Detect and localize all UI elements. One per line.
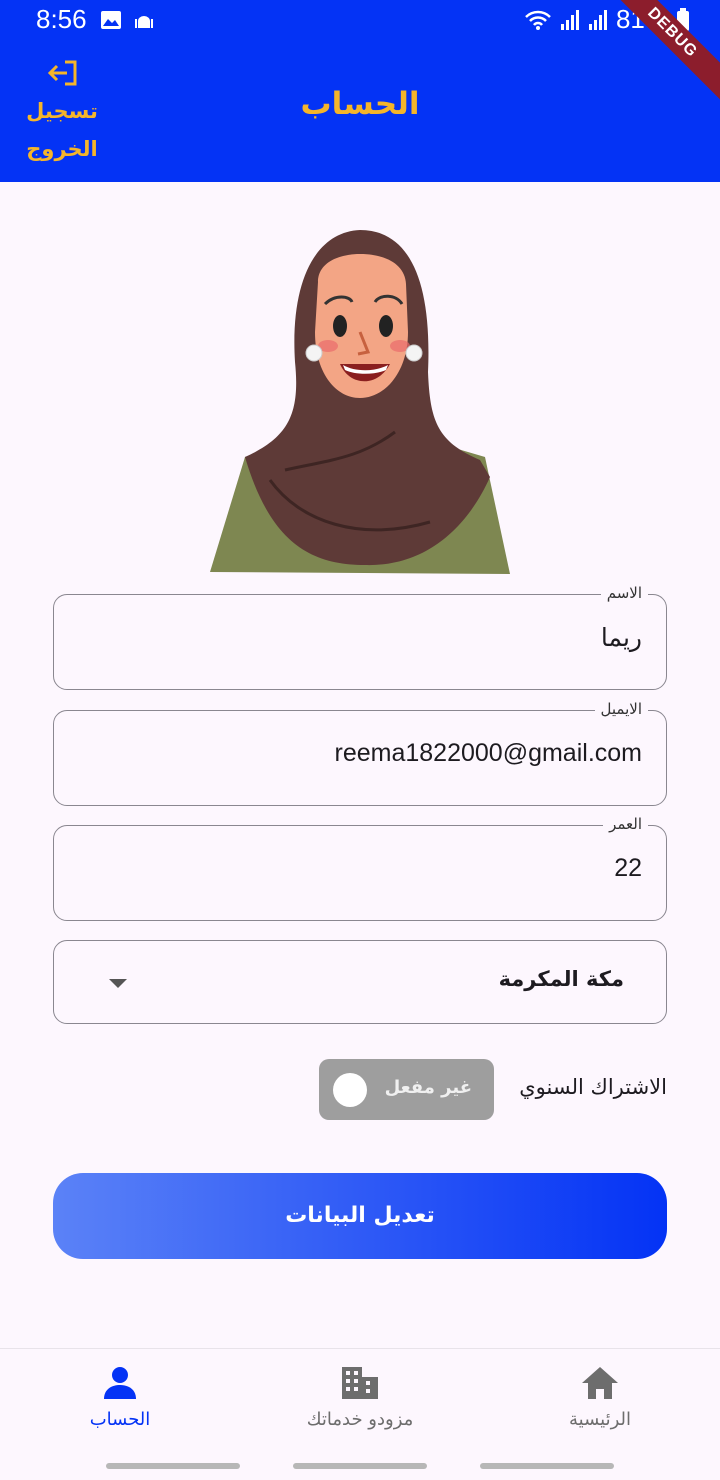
avatar (210, 230, 510, 574)
wifi-icon (525, 10, 551, 30)
gesture-bar (0, 1454, 720, 1480)
gesture-pill-right (480, 1463, 614, 1469)
city-dropdown-value: مكة المكرمة (498, 967, 624, 991)
nav-item-account[interactable]: الحساب (20, 1365, 220, 1430)
signal-icon-2 (588, 9, 607, 30)
gesture-pill-center (293, 1463, 427, 1469)
nav-item-providers[interactable]: مزودو خدماتك (260, 1365, 460, 1430)
status-time: 8:56 (36, 4, 87, 34)
toggle-knob (333, 1073, 367, 1107)
signal-icon (560, 9, 579, 30)
logout-icon (47, 60, 77, 86)
gesture-pill-left (106, 1463, 240, 1469)
app-header: 8:56 DEBUG تسجيل الخروج الحساب (0, 0, 720, 182)
building-icon (342, 1367, 378, 1399)
page-title: الحساب (300, 86, 420, 122)
subscription-toggle-text: غير مفعل (384, 1077, 472, 1098)
city-dropdown[interactable]: مكة المكرمة (53, 940, 667, 1024)
email-field-label: الايميل (594, 698, 648, 720)
name-field-value: ريما (600, 624, 642, 652)
image-icon (101, 11, 121, 29)
subscription-label: الاشتراك السنوي (519, 1075, 667, 1099)
age-field[interactable]: العمر 22 (53, 813, 667, 921)
nav-item-home[interactable]: الرئيسية (500, 1365, 700, 1430)
caret-down-icon (109, 979, 127, 988)
status-bar: 8:56 (0, 0, 720, 44)
home-icon (582, 1367, 618, 1399)
nav-item-account-label: الحساب (89, 1409, 151, 1430)
mosque-icon (135, 16, 153, 28)
status-notification-icons (100, 10, 154, 30)
name-field-label: الاسم (600, 582, 648, 604)
age-field-label: العمر (603, 813, 648, 835)
nav-item-home-label: الرئيسية (569, 1409, 631, 1430)
person-icon (104, 1367, 136, 1399)
bottom-navigation: الرئيسية مزودو خدماتك الحساب (0, 1348, 720, 1454)
logout-label-line2: الخروج (26, 137, 98, 161)
nav-item-providers-label: مزودو خدماتك (306, 1409, 414, 1430)
name-field[interactable]: الاسم ريما (53, 582, 667, 690)
email-field-value: reema1822000@gmail.com (334, 739, 642, 767)
subscription-toggle[interactable]: غير مفعل (319, 1059, 494, 1120)
age-field-value: 22 (614, 854, 642, 882)
email-field[interactable]: الايميل reema1822000@gmail.com (53, 698, 667, 806)
edit-data-button[interactable]: تعديل البيانات (53, 1173, 667, 1259)
